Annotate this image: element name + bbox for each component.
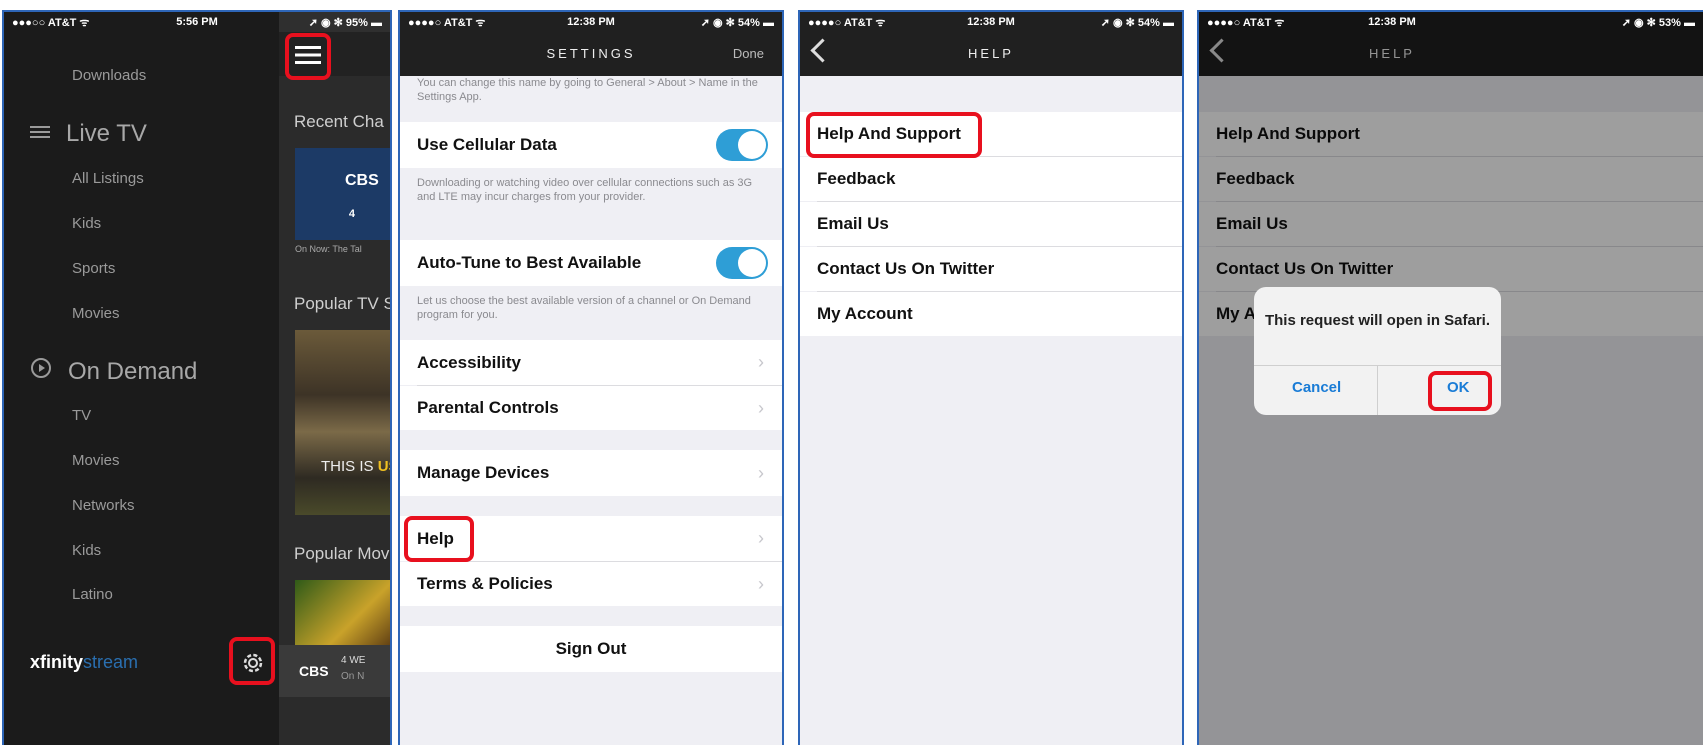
- status-bar: ●●●●○ AT&T ᯤ 12:38 PM ➚ ◉ ✻ 53% ▬: [1207, 16, 1695, 29]
- menu-sports[interactable]: Sports: [72, 260, 115, 277]
- chevron-right-icon: ›: [758, 573, 764, 594]
- done-button[interactable]: Done: [733, 46, 764, 61]
- help-row[interactable]: Help ›: [400, 516, 782, 561]
- alert-message: This request will open in Safari.: [1264, 312, 1491, 329]
- menu-latino[interactable]: Latino: [72, 586, 113, 603]
- menu-live-tv-label: Live TV: [66, 120, 147, 147]
- menu-od-movies[interactable]: Movies: [72, 452, 120, 469]
- cbs-channel-tile[interactable]: CBS 4: [295, 148, 390, 240]
- cellular-note: Downloading or watching video over cellu…: [417, 177, 753, 203]
- list-icon: [30, 120, 50, 148]
- home-content: Recent Cha CBS 4 On Now: The Tal Popular…: [279, 32, 390, 745]
- help-and-support-row[interactable]: Help And Support: [800, 112, 1182, 156]
- gear-icon[interactable]: [240, 650, 266, 681]
- now-playing-bar[interactable]: CBS 4 WE On N: [279, 645, 390, 697]
- chevron-right-icon: ›: [758, 462, 764, 483]
- feedback-row[interactable]: Feedback: [800, 157, 1182, 201]
- hamburger-menu-icon[interactable]: [295, 44, 321, 71]
- my-account-row[interactable]: My Account: [800, 292, 1182, 336]
- phone-3-help-screen: HELP ●●●●○ AT&T ᯤ 12:38 PM ➚ ◉ ✻ 54% ▬ H…: [798, 10, 1184, 745]
- this-is-us-tile[interactable]: THIS IS US: [295, 330, 390, 515]
- menu-kids[interactable]: Kids: [72, 215, 101, 232]
- menu-all-listings[interactable]: All Listings: [72, 170, 144, 187]
- phone-4-safari-alert-screen: HELP Help And Support Feedback Email Us …: [1197, 10, 1703, 745]
- play-circle-icon: [30, 357, 52, 386]
- menu-live-tv[interactable]: Live TV: [30, 120, 147, 148]
- chevron-right-icon: ›: [758, 528, 764, 548]
- xfinity-stream-logo: xfinitystream: [30, 652, 139, 672]
- auto-tune-toggle[interactable]: [716, 247, 768, 279]
- menu-od-kids[interactable]: Kids: [72, 542, 101, 559]
- phone-2-settings-screen: SETTINGS Done ●●●●○ AT&T ᯤ 12:38 PM ➚ ◉ …: [398, 10, 784, 745]
- status-bar: ●●●●○ AT&T ᯤ 12:38 PM ➚ ◉ ✻ 54% ▬: [808, 16, 1174, 29]
- settings-title: SETTINGS: [546, 46, 636, 61]
- manage-devices-row[interactable]: Manage Devices ›: [400, 450, 782, 496]
- auto-tune-row: Auto-Tune to Best Available: [400, 240, 782, 286]
- safari-alert-dialog: This request will open in Safari. Cancel…: [1254, 287, 1501, 415]
- email-us-row[interactable]: Email Us: [800, 202, 1182, 246]
- use-cellular-data-row: Use Cellular Data: [400, 122, 782, 168]
- menu-on-demand-label: On Demand: [68, 357, 198, 385]
- menu-movies[interactable]: Movies: [72, 305, 120, 322]
- menu-downloads[interactable]: Downloads: [72, 67, 146, 84]
- parental-controls-row[interactable]: Parental Controls ›: [400, 386, 782, 430]
- recent-channels-title: Recent Cha: [294, 112, 384, 131]
- menu-networks[interactable]: Networks: [72, 497, 135, 514]
- auto-tune-note: Let us choose the best available version…: [417, 295, 751, 321]
- status-bar: ●●●●○ AT&T ᯤ 12:38 PM ➚ ◉ ✻ 54% ▬: [408, 16, 774, 29]
- menu-tv[interactable]: TV: [72, 407, 91, 424]
- cellular-toggle[interactable]: [716, 129, 768, 161]
- terms-policies-row[interactable]: Terms & Policies ›: [400, 562, 782, 606]
- phone-1-menu-screen: Downloads Live TV All Listings Kids Spor…: [2, 10, 392, 745]
- help-title: HELP: [968, 46, 1014, 61]
- accessibility-row[interactable]: Accessibility ›: [400, 340, 782, 385]
- popular-tv-title: Popular TV S: [294, 294, 392, 313]
- status-bar: ●●●○○ AT&T ᯤ 5:56 PM ➚ ◉ ✻ 95% ▬: [12, 16, 382, 29]
- menu-on-demand[interactable]: On Demand: [30, 357, 197, 386]
- sign-out-button[interactable]: Sign Out: [400, 626, 782, 672]
- on-now-text: On Now: The Tal: [295, 244, 362, 254]
- contact-twitter-row[interactable]: Contact Us On Twitter: [800, 247, 1182, 291]
- device-name-note: You can change this name by going to Gen…: [417, 77, 758, 103]
- cancel-button[interactable]: Cancel: [1292, 379, 1341, 396]
- chevron-right-icon: ›: [758, 397, 764, 418]
- movie-tile[interactable]: [295, 580, 390, 645]
- chevron-right-icon: ›: [758, 352, 764, 372]
- popular-movies-title: Popular Mov: [294, 544, 390, 563]
- ok-button[interactable]: OK: [1447, 379, 1470, 396]
- side-menu: Downloads Live TV All Listings Kids Spor…: [4, 12, 279, 745]
